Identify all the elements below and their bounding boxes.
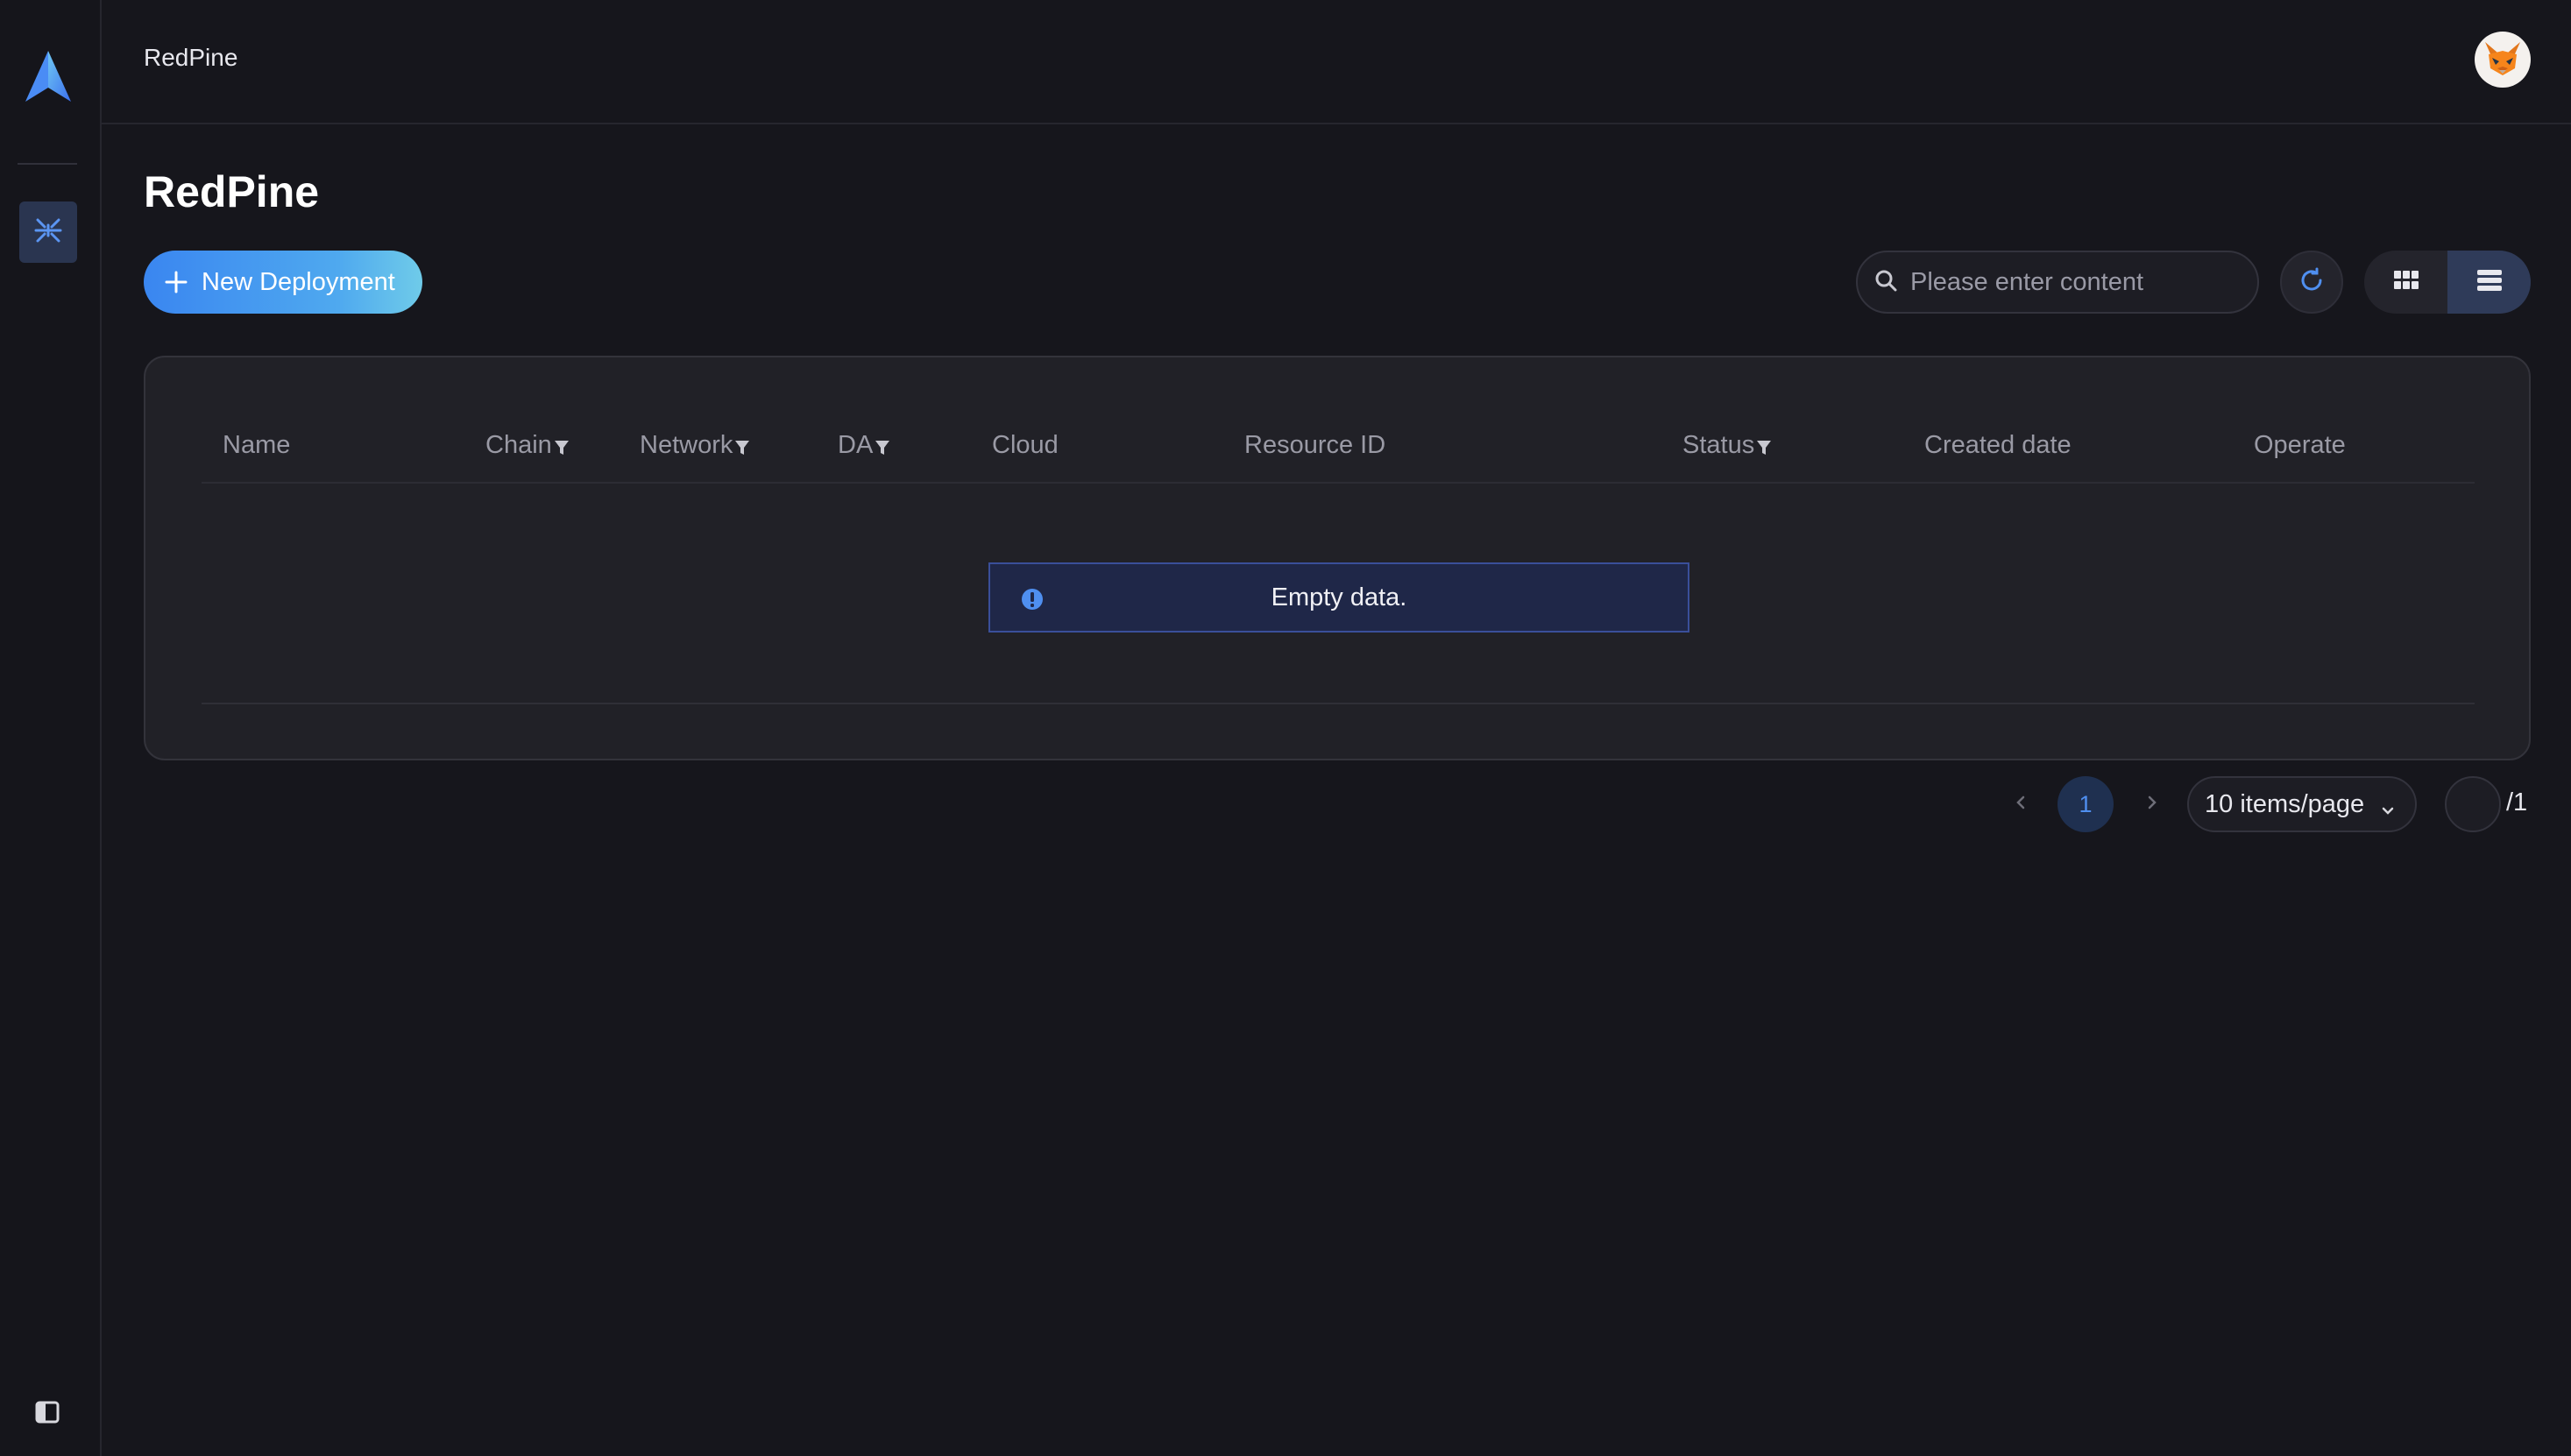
pagination-next-button[interactable]: [2135, 778, 2170, 830]
deployments-table: Name Chain Network DA Cloud Resource ID …: [144, 356, 2531, 760]
app-root: RedPine RedPine New Deployment Please en…: [0, 0, 2571, 1456]
pagination-prev-button[interactable]: [2003, 778, 2038, 830]
sidebar-divider: [18, 163, 77, 165]
pagination-page-1[interactable]: 1: [2058, 776, 2114, 832]
info-icon: [1020, 587, 1045, 611]
table-footer-divider: [202, 703, 2475, 704]
deployment-icon: [33, 216, 63, 250]
filter-icon: [735, 440, 750, 455]
sidebar: [0, 0, 102, 1456]
view-toggle: [2364, 251, 2531, 314]
column-header-network[interactable]: Network: [640, 431, 750, 460]
filter-icon: [554, 440, 569, 455]
search-box: [1856, 251, 2259, 314]
avatar[interactable]: [2475, 32, 2531, 88]
page-total: /1: [2506, 788, 2528, 816]
filter-icon: [875, 440, 890, 455]
new-deployment-button[interactable]: New Deployment: [144, 251, 422, 314]
column-header-created-date: Created date: [1924, 431, 2072, 459]
grid-view-button[interactable]: [2364, 251, 2447, 314]
column-header-operate: Operate: [2254, 431, 2346, 459]
column-header-name: Name: [223, 431, 291, 459]
page-jump-input[interactable]: [2445, 776, 2501, 832]
logo-icon[interactable]: [24, 49, 73, 103]
column-header-status[interactable]: Status: [1682, 431, 1772, 460]
page-size-label: 10 items/page: [2205, 789, 2365, 818]
breadcrumb: RedPine: [144, 44, 238, 71]
refresh-button[interactable]: [2280, 251, 2343, 314]
column-header-cloud: Cloud: [992, 431, 1059, 459]
column-header-resource-id: Resource ID: [1244, 431, 1386, 459]
chevron-right-icon: [2146, 794, 2158, 816]
fox-avatar-icon: [2480, 35, 2525, 85]
top-bar: RedPine: [102, 0, 2571, 124]
column-header-da[interactable]: DA: [838, 431, 890, 460]
sidebar-collapse-icon: [35, 1401, 60, 1428]
sidebar-collapse-button[interactable]: [33, 1401, 61, 1428]
search-input[interactable]: [1910, 267, 2243, 297]
empty-state: Empty data.: [988, 562, 1689, 633]
list-view-icon: [2476, 268, 2503, 297]
new-deployment-label: New Deployment: [202, 267, 395, 296]
chevron-left-icon: [2015, 794, 2027, 816]
sidebar-item-deployments[interactable]: [19, 201, 77, 263]
page-size-select[interactable]: 10 items/page: [2187, 776, 2417, 832]
plus-icon: [165, 271, 188, 293]
search-icon: [1873, 268, 1898, 297]
refresh-icon: [2298, 267, 2325, 298]
table-header: Name Chain Network DA Cloud Resource ID …: [202, 410, 2475, 484]
column-header-chain[interactable]: Chain: [485, 431, 570, 460]
list-view-button[interactable]: [2447, 251, 2531, 314]
filter-icon: [1757, 440, 1772, 455]
page-title: RedPine: [144, 167, 320, 216]
grid-view-icon: [2393, 269, 2419, 296]
chevron-down-icon: [2380, 797, 2396, 815]
empty-message: Empty data.: [1271, 583, 1407, 611]
